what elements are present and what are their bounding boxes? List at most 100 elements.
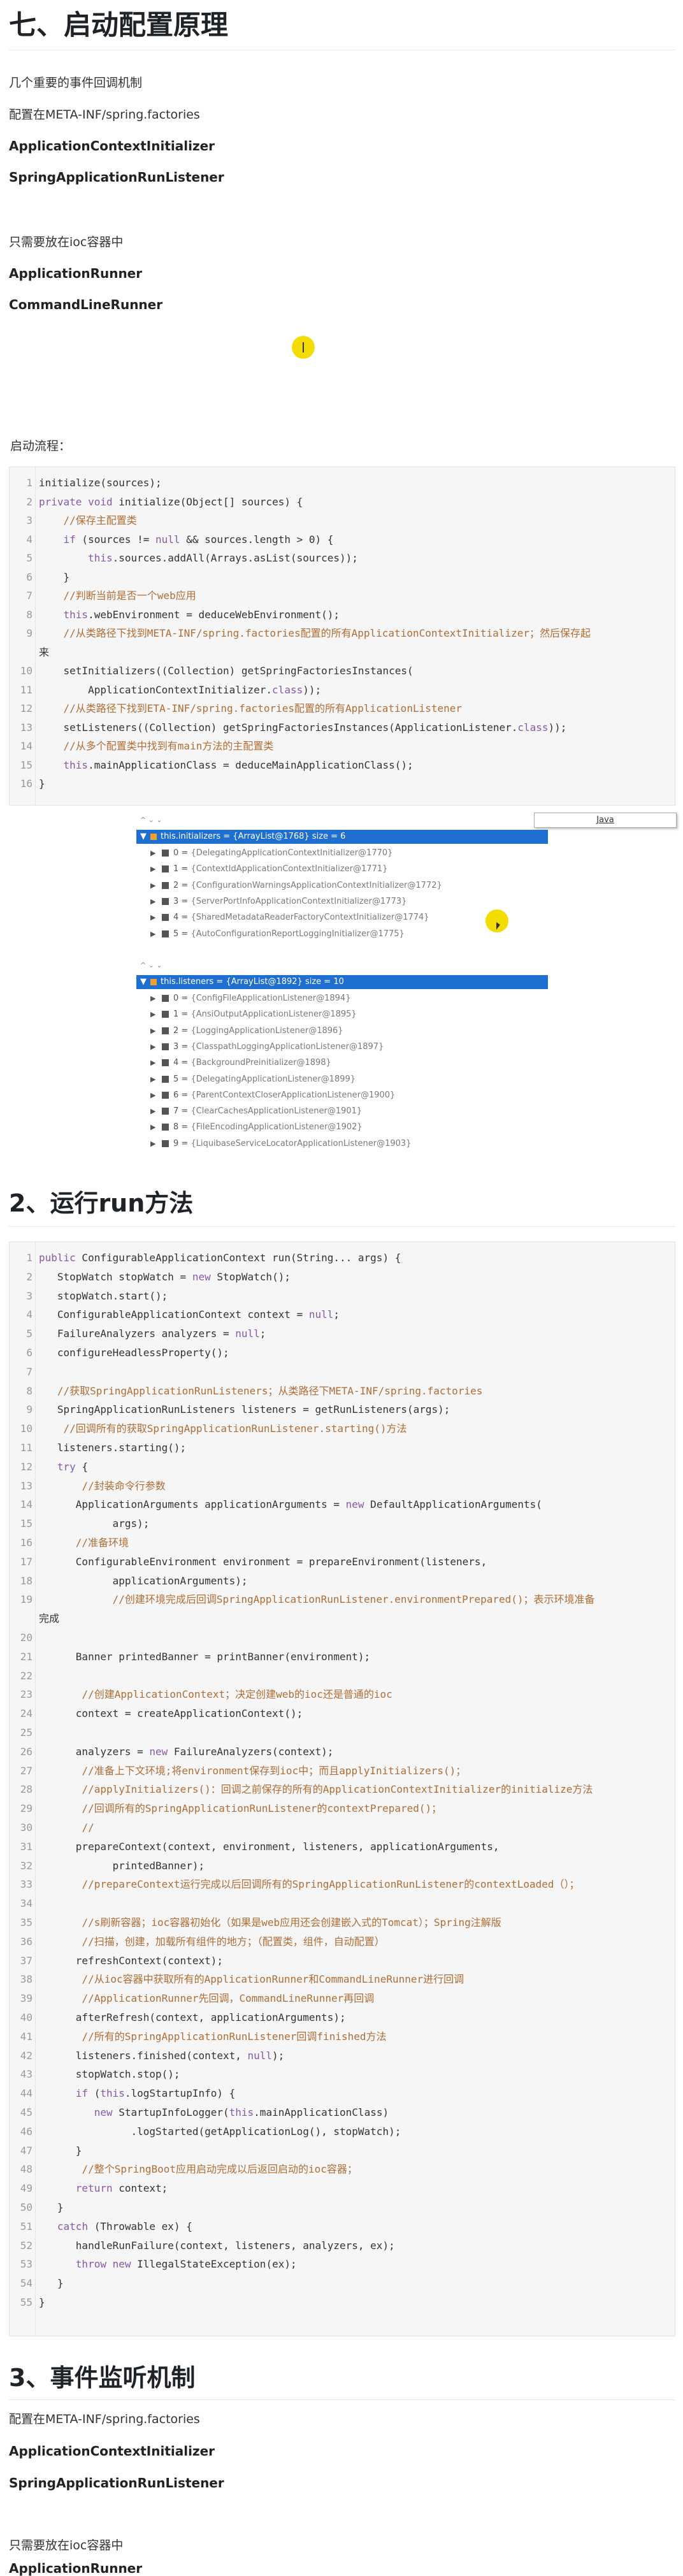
debugger-row[interactable]: ▶ 7 = {ClearCachesApplicationListener@190… — [136, 1103, 548, 1119]
line-number: 11 — [20, 683, 32, 696]
debugger-row[interactable]: ▶ 3 = {ClasspathLoggingApplicationListene… — [136, 1039, 548, 1055]
expand-right-icon[interactable]: ▶ — [150, 1119, 155, 1135]
debugger-row-label: 1 = {AnsiOutputApplicationListener@1895} — [173, 1006, 357, 1022]
section7-b4: CommandLineRunner — [9, 297, 163, 312]
list-item-icon — [162, 897, 169, 905]
debugger-row-value: {ConfigurationWarningsApplicationContext… — [191, 880, 442, 890]
line-number: 44 — [20, 2087, 32, 2100]
code-line: 52 handleRunFailure(context, listeners, … — [10, 2236, 675, 2255]
section3-b3: ApplicationRunner — [9, 2561, 143, 2576]
list-item-icon — [162, 995, 169, 1002]
line-number: 23 — [20, 1688, 32, 1701]
section7-b3: ApplicationRunner — [9, 266, 143, 281]
debugger-row[interactable]: ▶ 9 = {LiquibaseServiceLocatorApplication… — [136, 1136, 548, 1152]
debugger-row-index: 5 = — [173, 929, 191, 939]
line-number: 52 — [20, 2239, 32, 2252]
code-text: //prepareContext运行完成以后回调所有的SpringApplica… — [82, 1878, 580, 1891]
initializers-header[interactable]: ▼ this.initializers = {ArrayList@1768} s… — [136, 830, 548, 844]
code-text: //回调所有的获取SpringApplicationRunListener.st… — [63, 1422, 407, 1435]
code-text: //ApplicationRunner先回调，CommandLineRunner… — [82, 1992, 375, 2005]
debugger-row-label: 3 = {ServerPortInfoApplicationContextIni… — [173, 894, 406, 909]
code-line: 39 //ApplicationRunner先回调，CommandLineRun… — [10, 1989, 675, 2008]
line-number: 2 — [26, 495, 32, 508]
debugger-row[interactable]: ▶ 5 = {DelegatingApplicationListener@1899… — [136, 1071, 548, 1087]
code-line: 25 — [10, 1723, 675, 1742]
debugger-row[interactable]: ▶ 1 = {ContextIdApplicationContextInitial… — [136, 861, 548, 877]
debugger-row[interactable]: ▶ 3 = {ServerPortInfoApplicationContextIn… — [136, 894, 548, 909]
expand-right-icon[interactable]: ▶ — [150, 926, 155, 942]
debugger-row-label: 0 = {ConfigFileApplicationListener@1894} — [173, 990, 350, 1006]
code-text: ConfigurableEnvironment environment = pr… — [39, 1555, 487, 1568]
line-number: 6 — [26, 570, 32, 583]
divider — [9, 1226, 675, 1227]
expand-right-icon[interactable]: ▶ — [150, 894, 155, 909]
code-text: 来 — [39, 646, 50, 658]
code-line: 42 listeners.finished(context, null); — [10, 2046, 675, 2066]
line-number: 28 — [20, 1783, 32, 1796]
line-number: 17 — [20, 1555, 32, 1568]
debugger-row[interactable]: ▶ 6 = {ParentContextCloserApplicationList… — [136, 1087, 548, 1103]
line-number: 12 — [20, 702, 32, 714]
code-line: 38 //从ioc容器中获取所有的ApplicationRunner和Comma… — [10, 1970, 675, 1989]
section3-title: 3、事件监听机制 — [9, 2364, 196, 2392]
code-line: 47 } — [10, 2141, 675, 2160]
expand-right-icon[interactable]: ▶ — [150, 990, 155, 1006]
code-line: 35 //s刷新容器；ioc容器初始化（如果是web应用还会创建嵌入式的Tomc… — [10, 1913, 675, 1932]
expand-right-icon[interactable]: ▶ — [150, 1055, 155, 1071]
expand-right-icon[interactable]: ▶ — [150, 861, 155, 877]
expand-right-icon[interactable]: ▶ — [150, 1006, 155, 1022]
debugger-row[interactable]: ▶ 0 = {DelegatingApplicationContextInitia… — [136, 845, 548, 861]
line-number: 35 — [20, 1916, 32, 1928]
line-number: 13 — [20, 721, 32, 734]
code-text: setListeners((Collection) getSpringFacto… — [39, 721, 567, 734]
expand-right-icon[interactable]: ▶ — [150, 878, 155, 894]
listeners-header[interactable]: ▼ this.listeners = {ArrayList@1892} size… — [136, 975, 548, 989]
expand-right-icon[interactable]: ▶ — [150, 1071, 155, 1087]
code-text: listeners.finished(context, null); — [39, 2049, 285, 2062]
line-number: 46 — [20, 2125, 32, 2138]
debugger-row-label: 1 = {ContextIdApplicationContextInitiali… — [173, 861, 387, 877]
debugger-row-value: {ClearCachesApplicationListener@1901} — [191, 1106, 363, 1117]
debugger-row-label: 5 = {DelegatingApplicationListener@1899} — [173, 1071, 356, 1087]
code-line: 8 this.webEnvironment = deduceWebEnviron… — [10, 605, 675, 625]
code-text: //获取SpringApplicationRunListeners；从类路径下M… — [57, 1384, 483, 1397]
expand-right-icon[interactable]: ▶ — [150, 1136, 155, 1152]
debugger-row[interactable]: ▶ 4 = {BackgroundPreinitializer@1898} — [136, 1055, 548, 1071]
code-line: 17 ConfigurableEnvironment environment =… — [10, 1552, 675, 1572]
line-number: 6 — [26, 1347, 32, 1359]
list-item-icon — [162, 1059, 169, 1067]
code-text: throw new IllegalStateException(ex); — [75, 2258, 297, 2271]
expand-right-icon[interactable]: ▶ — [150, 909, 155, 925]
code-line: 15 args); — [10, 1514, 675, 1533]
expand-right-icon[interactable]: ▶ — [150, 1087, 155, 1103]
code-text: Banner printedBanner = printBanner(envir… — [39, 1650, 371, 1663]
debugger-row[interactable]: ▶ 2 = {LoggingApplicationListener@1896} — [136, 1023, 548, 1039]
code-line: 43 stopWatch.stop(); — [10, 2065, 675, 2084]
debugger-row[interactable]: ▶ 5 = {AutoConfigurationReportLoggingInit… — [136, 926, 548, 942]
code-line: 30 // — [10, 1818, 675, 1837]
debugger-toolbar-1[interactable]: ^ ⌄ ⌄ — [140, 816, 162, 825]
code-block-run: 1 public ConfigurableApplicationContext r… — [9, 1241, 675, 2336]
code-text: new StartupInfoLogger(this.mainApplicati… — [94, 2106, 389, 2118]
debugger-toolbar-2[interactable]: ^ ⌄ ⌄ — [140, 961, 162, 970]
debugger-row[interactable]: ▶ 2 = {ConfigurationWarningsApplicationCo… — [136, 878, 548, 894]
expand-right-icon[interactable]: ▶ — [150, 845, 155, 861]
debugger-row[interactable]: ▶ 8 = {FileEncodingApplicationListener@19… — [136, 1119, 548, 1135]
line-number: 1 — [26, 1252, 32, 1264]
expand-right-icon[interactable]: ▶ — [150, 1039, 155, 1055]
line-number: 39 — [20, 1992, 32, 2005]
line-number: 12 — [20, 1460, 32, 1473]
code-line: 6 } — [10, 568, 675, 587]
expand-right-icon[interactable]: ▶ — [150, 1103, 155, 1119]
list-item-icon — [162, 850, 169, 857]
expand-right-icon[interactable]: ▶ — [150, 1023, 155, 1039]
line-number: 34 — [20, 1897, 32, 1910]
debugger-row-index: 6 = — [173, 1090, 191, 1100]
code-line: 33 //prepareContext运行完成以后回调所有的SpringAppl… — [10, 1875, 675, 1894]
code-text: if (sources != null && sources.length > … — [63, 533, 334, 546]
line-number: 36 — [20, 1935, 32, 1948]
section7-b2: SpringApplicationRunListener — [9, 170, 224, 185]
debugger-row-label: 7 = {ClearCachesApplicationListener@1901… — [173, 1103, 362, 1119]
debugger-row[interactable]: ▶ 0 = {ConfigFileApplicationListener@1894… — [136, 990, 548, 1006]
debugger-row[interactable]: ▶ 1 = {AnsiOutputApplicationListener@1895… — [136, 1006, 548, 1022]
